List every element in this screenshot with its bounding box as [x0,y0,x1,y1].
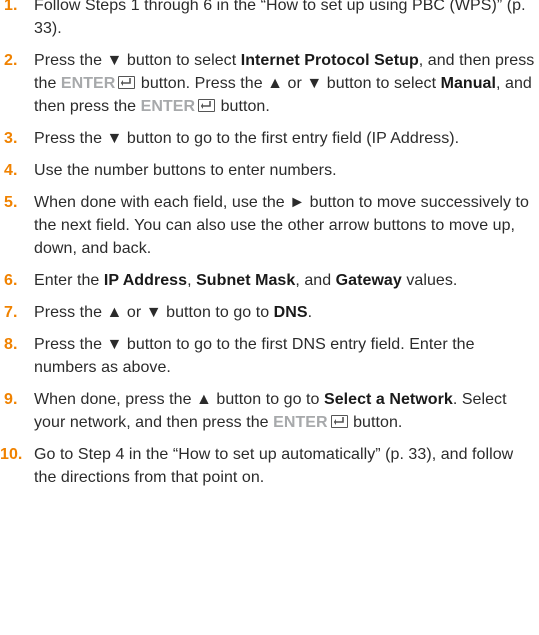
enter-key-icon [118,76,136,89]
step-10: 10. Go to Step 4 in the “How to set up a… [0,443,539,489]
step-7: 7. Press the ▲ or ▼ button to go to DNS. [0,301,539,324]
step-list: 1. Follow Steps 1 through 6 in the “How … [0,0,539,489]
step-number: 5. [4,194,18,211]
step-text: Follow Steps 1 through 6 in the “How to … [34,0,526,37]
step-5: 5. When done with each field, use the ► … [0,191,539,260]
instruction-document: 1. Follow Steps 1 through 6 in the “How … [0,0,539,489]
field-gateway: Gateway [335,272,402,289]
step-text: . [307,304,313,321]
step-number: 6. [4,272,18,289]
step-text: When done, press the ▲ button to go to [34,391,324,408]
step-text: Use the number buttons to enter numbers. [34,162,337,179]
field-ip-address: IP Address [103,272,188,289]
step-number: 4. [4,162,18,179]
step-text: Go to Step 4 in the “How to set up autom… [34,446,514,486]
step-text: button. Press the ▲ or ▼ button to selec… [136,75,441,92]
step-4: 4. Use the number buttons to enter numbe… [0,159,539,182]
step-text: Press the ▼ button to go to the first en… [34,130,460,147]
step-8: 8. Press the ▼ button to go to the first… [0,333,539,379]
step-2: 2. Press the ▼ button to select Internet… [0,49,539,118]
step-text: When done with each field, use the ► but… [34,194,530,257]
step-text: values. [401,272,458,289]
step-number: 3. [4,130,18,147]
step-6: 6. Enter the IP Address, Subnet Mask, an… [0,269,539,292]
enter-button-label: ENTER [60,75,116,92]
menu-item-select-a-network: Select a Network [323,391,453,408]
field-subnet-mask: Subnet Mask [196,272,296,289]
step-number: 10. [0,446,23,463]
enter-button-label: ENTER [140,98,196,115]
step-number: 8. [4,336,18,353]
step-number: 9. [4,391,18,408]
step-number: 1. [4,0,18,14]
step-text: Enter the [34,272,104,289]
step-9: 9. When done, press the ▲ button to go t… [0,388,539,434]
step-text: Press the ▲ or ▼ button to go to [34,304,274,321]
step-text: button. [348,414,403,431]
step-text: button. [216,98,270,115]
menu-item-manual: Manual [440,75,496,92]
step-text: , [187,272,197,289]
step-text: , and [295,272,336,289]
menu-item-internet-protocol-setup: Internet Protocol Setup [240,52,419,69]
step-1: 1. Follow Steps 1 through 6 in the “How … [0,0,539,40]
step-number: 7. [4,304,18,321]
enter-button-label: ENTER [273,414,328,431]
enter-key-icon [198,99,216,112]
step-text: Press the ▼ button to go to the first DN… [34,336,475,376]
enter-key-icon [330,415,348,428]
field-dns: DNS [273,304,308,321]
step-text: Press the ▼ button to select [34,52,241,69]
step-3: 3. Press the ▼ button to go to the first… [0,127,539,150]
step-number: 2. [4,52,18,69]
